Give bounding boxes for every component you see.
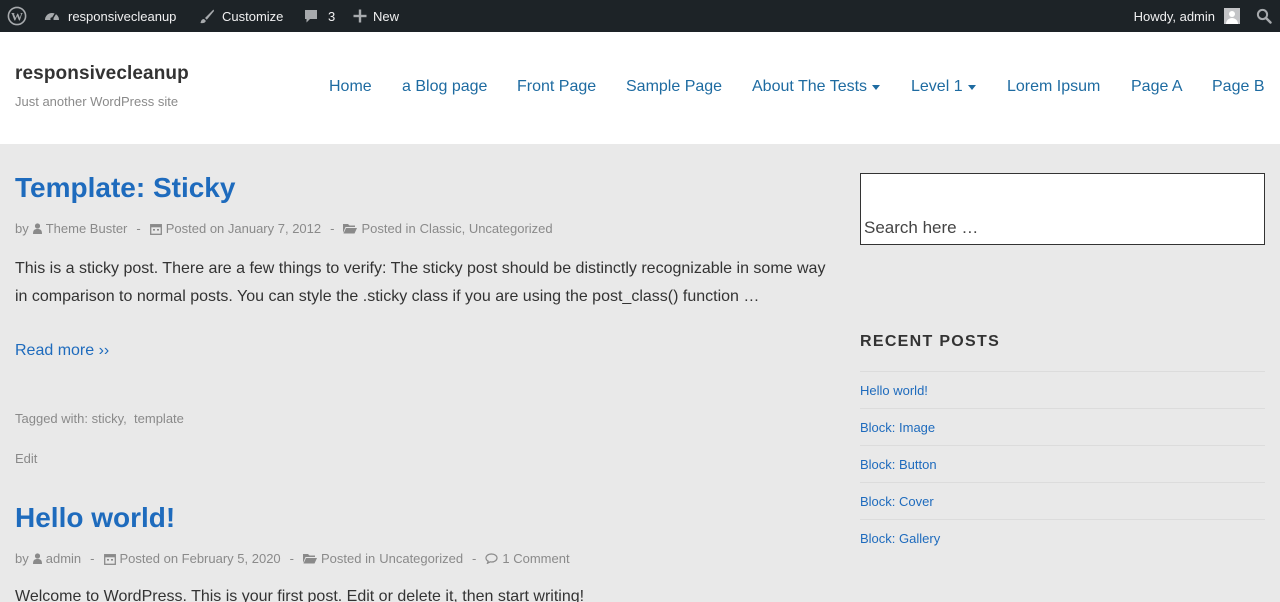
post-meta: by Theme Buster - Posted on January 7, 2…	[15, 221, 553, 236]
nav-label: a Blog page	[402, 78, 488, 95]
howdy-label: Howdy, admin	[1133, 8, 1215, 24]
meta-by: by	[15, 551, 29, 566]
posted-in-label: Posted in	[361, 221, 416, 236]
admin-bar-new-label: New	[373, 8, 400, 24]
nav-label: Level 1	[911, 78, 963, 95]
post-title[interactable]: Hello world!	[15, 502, 175, 534]
folder-icon	[343, 224, 358, 234]
post-author[interactable]: Theme Buster	[46, 221, 128, 236]
nav-level-1[interactable]: Level 1	[911, 78, 976, 96]
nav-label: Page A	[1131, 78, 1183, 95]
brush-icon	[198, 8, 215, 25]
tag-link[interactable]: sticky	[92, 411, 124, 426]
recent-post-link[interactable]: Block: Image	[860, 420, 935, 435]
admin-bar-search[interactable]	[1256, 0, 1272, 32]
recent-post-link[interactable]: Block: Gallery	[860, 531, 940, 546]
nav-sample-page[interactable]: Sample Page	[626, 78, 722, 96]
list-item: Block: Cover	[860, 482, 1265, 519]
post-author[interactable]: admin	[46, 551, 81, 566]
admin-bar-new[interactable]: New	[353, 0, 399, 32]
calendar-icon	[149, 223, 162, 235]
category-link[interactable]: Classic	[420, 221, 462, 236]
nav-lorem-ipsum[interactable]: Lorem Ipsum	[1007, 78, 1100, 96]
nav-home[interactable]: Home	[329, 78, 372, 96]
admin-bar-comments[interactable]: 3	[303, 0, 335, 32]
category-link[interactable]: Uncategorized	[379, 551, 463, 566]
admin-bar: W responsivecleanup Customize 3 New Howd…	[0, 0, 1280, 32]
tag-link[interactable]: template	[134, 411, 184, 426]
meta-separator: -	[289, 551, 295, 566]
comments-link[interactable]: 1 Comment	[502, 551, 569, 566]
nav-label: Sample Page	[626, 78, 723, 95]
nav-label: Lorem Ipsum	[1007, 78, 1101, 95]
nav-label: Page B	[1212, 78, 1265, 95]
recent-post-link[interactable]: Block: Cover	[860, 494, 934, 509]
nav-page-b[interactable]: Page B	[1212, 78, 1264, 96]
admin-bar-customize-label: Customize	[222, 8, 284, 24]
avatar[interactable]	[1224, 8, 1240, 24]
post-date: Posted on January 7, 2012	[165, 221, 322, 236]
meta-separator: -	[472, 551, 477, 566]
admin-bar-comments-count: 3	[328, 8, 336, 24]
nav-page-a[interactable]: Page A	[1131, 78, 1183, 96]
post-excerpt: Welcome to WordPress. This is your first…	[15, 588, 585, 602]
wordpress-icon: W	[7, 6, 27, 26]
user-icon	[32, 553, 42, 564]
svg-text:W: W	[11, 9, 23, 23]
recent-post-link[interactable]: Hello world!	[860, 383, 928, 398]
nav-front-page[interactable]: Front Page	[517, 78, 596, 96]
nav-about-the-tests[interactable]: About The Tests	[752, 78, 881, 96]
meta-separator: -	[136, 221, 141, 236]
caret-down-icon	[967, 84, 976, 90]
search-widget	[860, 173, 1265, 245]
caret-down-icon	[872, 84, 881, 90]
nav-label: About The Tests	[752, 78, 868, 95]
calendar-icon	[103, 553, 116, 565]
tagged-label: Tagged with:	[15, 411, 88, 426]
list-item: Block: Gallery	[860, 519, 1265, 556]
dashboard-icon	[44, 8, 60, 24]
comment-icon	[303, 8, 319, 24]
plus-icon	[353, 9, 367, 23]
comment-icon	[485, 553, 498, 564]
site-header: responsivecleanup Just another WordPress…	[0, 32, 1280, 144]
nav-label: Home	[329, 78, 372, 95]
search-input[interactable]	[864, 218, 1259, 238]
admin-bar-site-name: responsivecleanup	[68, 8, 177, 24]
list-item: Block: Image	[860, 408, 1265, 445]
posted-in-label: Posted in	[321, 551, 376, 566]
list-item: Hello world!	[860, 371, 1265, 408]
post-meta: by admin - Posted on February 5, 2020 - …	[15, 551, 570, 566]
recent-post-link[interactable]: Block: Button	[860, 457, 937, 472]
site-tagline: Just another WordPress site	[15, 94, 179, 109]
post-tags: Tagged with: sticky, template	[15, 411, 184, 426]
meta-separator: -	[90, 551, 95, 566]
read-more-link[interactable]: Read more ››	[15, 342, 109, 360]
post-excerpt: This is a sticky post. There are a few t…	[15, 260, 826, 305]
recent-posts-title: RECENT POSTS	[860, 333, 1001, 350]
nav-blog-page[interactable]: a Blog page	[402, 78, 487, 96]
meta-separator: -	[330, 221, 335, 236]
folder-icon	[303, 554, 318, 564]
search-icon	[1256, 8, 1272, 24]
meta-by: by	[15, 221, 29, 236]
recent-posts-list: Hello world! Block: Image Block: Button …	[860, 371, 1265, 556]
wordpress-logo-menu[interactable]: W	[7, 0, 29, 32]
post-title[interactable]: Template: Sticky	[15, 172, 235, 204]
category-link[interactable]: Uncategorized	[469, 221, 553, 236]
list-item: Block: Button	[860, 445, 1265, 482]
site-title[interactable]: responsivecleanup	[15, 63, 189, 85]
admin-bar-customize[interactable]: Customize	[198, 0, 283, 32]
edit-post-link[interactable]: Edit	[15, 451, 37, 466]
nav-label: Front Page	[517, 78, 597, 95]
post-date: Posted on February 5, 2020	[119, 551, 281, 566]
admin-bar-site-link[interactable]: responsivecleanup	[44, 0, 176, 32]
user-icon	[32, 223, 42, 234]
